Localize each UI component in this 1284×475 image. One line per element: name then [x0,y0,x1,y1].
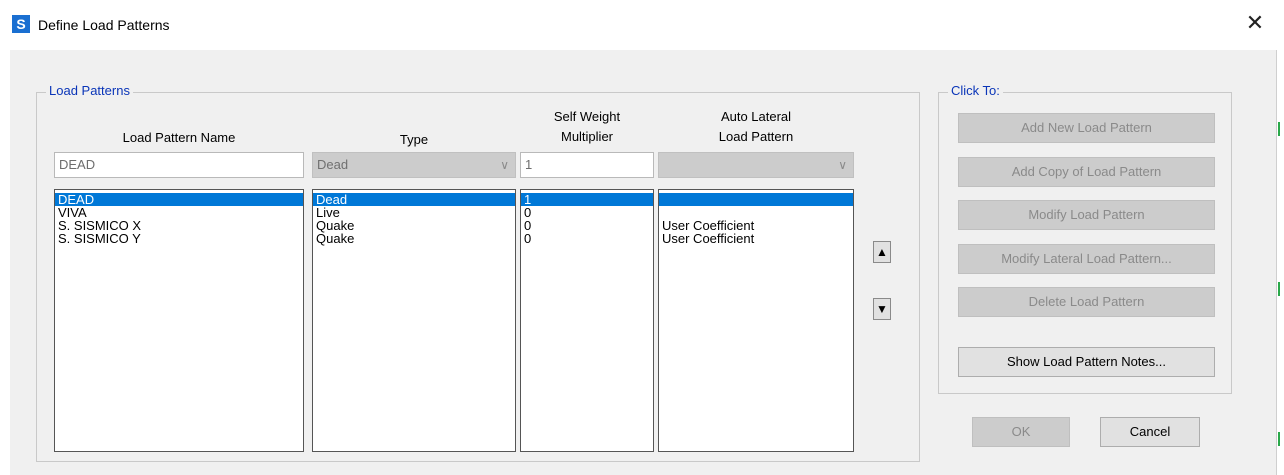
modify-load-pattern-button[interactable]: Modify Load Pattern [958,200,1215,230]
header-load-pattern-name: Load Pattern Name [122,130,236,145]
add-copy-of-load-pattern-button[interactable]: Add Copy of Load Pattern [958,157,1215,187]
header-self-weight-line2: Multiplier [560,129,613,144]
chevron-down-icon: ∨ [500,158,509,172]
auto-lateral-combobox[interactable]: ∨ [658,152,854,178]
self-weight-multiplier-input[interactable]: 1 [520,152,654,178]
add-new-load-pattern-button[interactable]: Add New Load Pattern [958,113,1215,143]
list-item[interactable]: 0 [521,206,653,219]
type-combobox[interactable]: Dead ∨ [312,152,516,178]
edge-mark [1278,432,1280,446]
edge-mark [1278,282,1280,296]
edge-mark [1278,122,1280,136]
delete-load-pattern-button[interactable]: Delete Load Pattern [958,287,1215,317]
window-title: Define Load Patterns [38,17,170,33]
self-weight-multiplier-list[interactable]: 1 0 0 0 [520,189,654,452]
type-list[interactable]: Dead Live Quake Quake [312,189,516,452]
click-to-legend: Click To: [948,83,1003,99]
list-item[interactable]: Dead [313,193,515,206]
header-self-weight-line1: Self Weight [553,109,621,124]
load-pattern-name-list[interactable]: DEAD VIVA S. SISMICO X S. SISMICO Y [54,189,304,452]
arrow-up-icon: ▲ [876,245,888,259]
load-patterns-legend: Load Patterns [46,83,133,99]
load-pattern-name-input[interactable]: DEAD [54,152,304,178]
header-auto-lateral-line1: Auto Lateral [720,109,792,124]
list-item[interactable]: 0 [521,219,653,232]
modify-lateral-load-pattern-button[interactable]: Modify Lateral Load Pattern... [958,244,1215,274]
chevron-down-icon: ∨ [838,158,847,172]
close-icon[interactable]: ✕ [1240,10,1270,36]
list-item[interactable] [659,193,853,206]
ok-button[interactable]: OK [972,417,1070,447]
list-item[interactable]: S. SISMICO Y [55,232,303,245]
arrow-down-icon: ▼ [876,302,888,316]
app-logo-icon: S [12,15,30,33]
title-bar: S Define Load Patterns ✕ [0,0,1284,50]
list-item[interactable]: 1 [521,193,653,206]
list-item[interactable]: 0 [521,232,653,245]
cancel-button[interactable]: Cancel [1100,417,1200,447]
header-auto-lateral-line2: Load Pattern [718,129,794,144]
type-combobox-value: Dead [317,157,349,172]
auto-lateral-list[interactable]: User Coefficient User Coefficient [658,189,854,452]
background-window-edge [1276,50,1284,475]
list-item[interactable]: Quake [313,232,515,245]
move-up-button[interactable]: ▲ [873,241,891,263]
move-down-button[interactable]: ▼ [873,298,891,320]
list-item[interactable]: DEAD [55,193,303,206]
list-item[interactable]: User Coefficient [659,232,853,245]
header-type: Type [399,132,429,147]
show-load-pattern-notes-button[interactable]: Show Load Pattern Notes... [958,347,1215,377]
